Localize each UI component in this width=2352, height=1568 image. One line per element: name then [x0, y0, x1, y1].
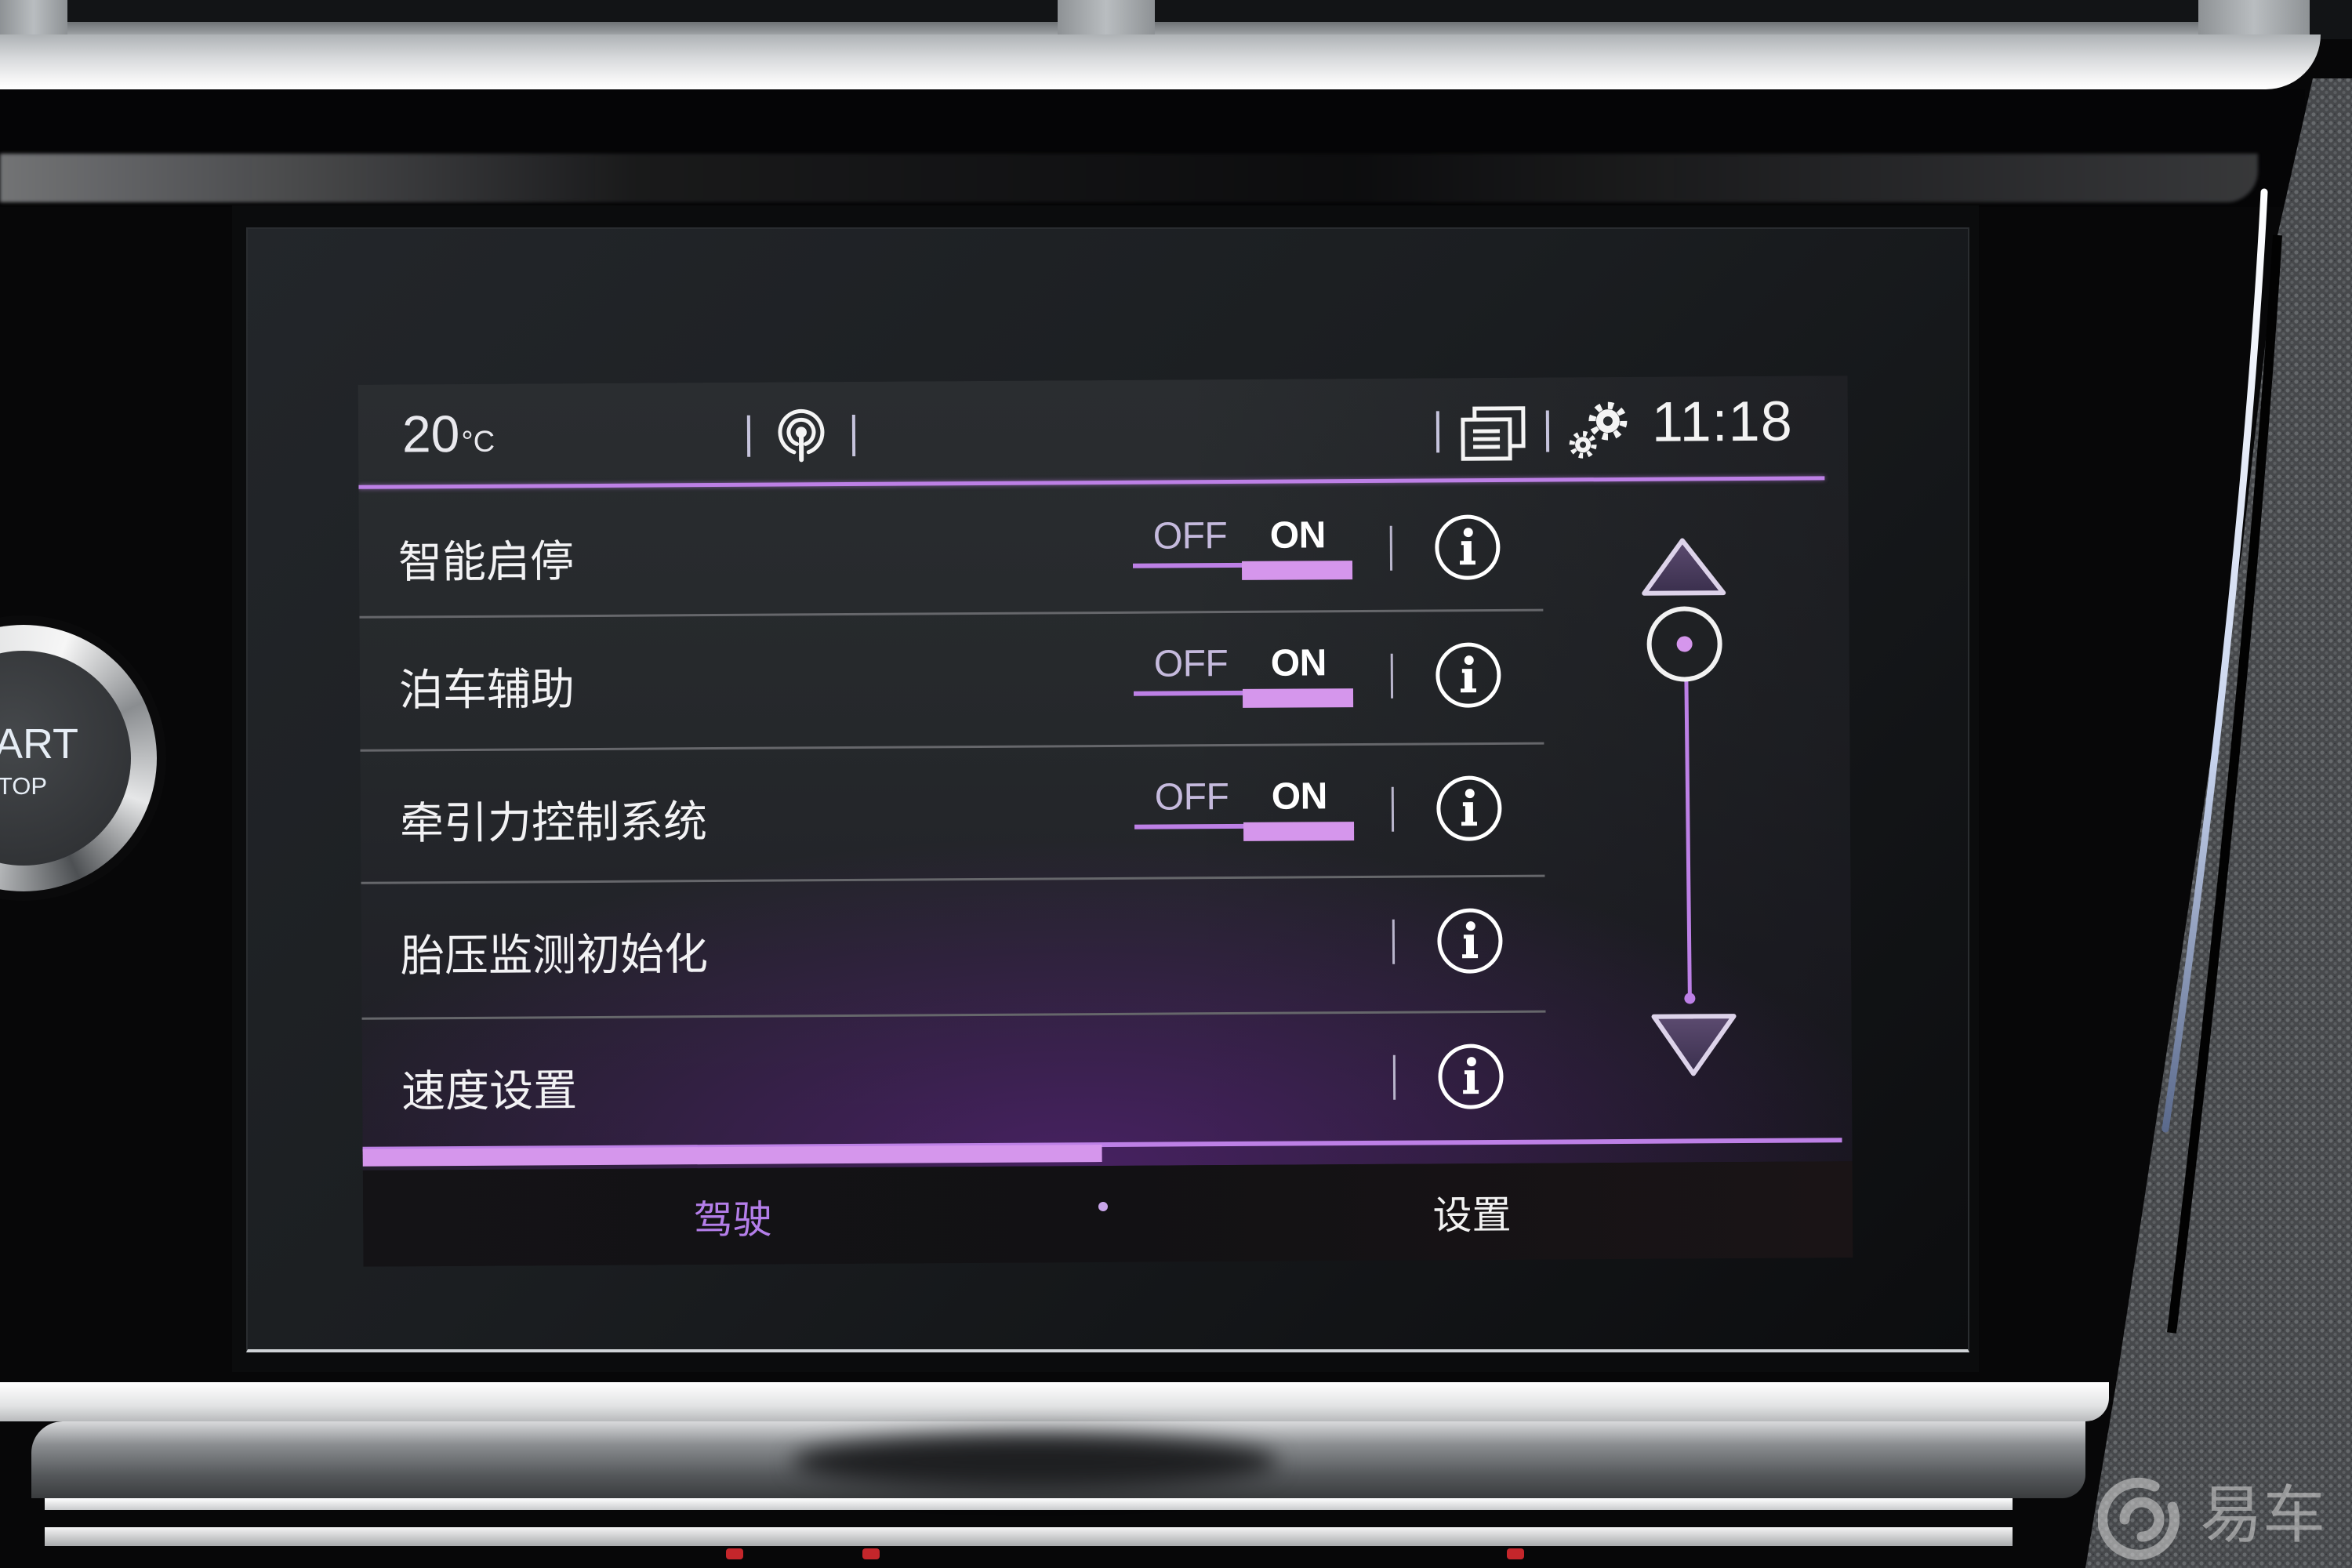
toggle-selection-bar: [1242, 688, 1354, 708]
info-icon[interactable]: [1436, 907, 1504, 975]
info-icon[interactable]: [1436, 775, 1504, 843]
gears-icon[interactable]: [1566, 401, 1630, 462]
chrome-line: [45, 1498, 2013, 1510]
gloss-reflection: [0, 154, 2258, 202]
red-indicator-light: [726, 1548, 743, 1559]
settings-row-park-assist: 泊车辅助 OFF ON: [359, 608, 1849, 752]
row-label: 牵引力控制系统: [399, 797, 708, 848]
start-stop-label-line1: ART: [0, 720, 78, 768]
panel-edge-shadow: [2167, 234, 2282, 1334]
red-indicator-light: [1507, 1548, 1524, 1559]
park-assist-toggle[interactable]: OFF ON: [1133, 642, 1354, 717]
clock: 11:18: [1651, 390, 1793, 454]
temperature-unit: °C: [461, 425, 495, 459]
toggle-on-label[interactable]: ON: [1270, 514, 1326, 556]
triangle-down-icon[interactable]: [1651, 1014, 1737, 1076]
chrome-reflection-shadow: [792, 1435, 1278, 1490]
row-divider: [1392, 919, 1396, 964]
row-divider: [1389, 525, 1393, 571]
settings-row-speed-settings[interactable]: 速度设置: [362, 1009, 1853, 1147]
start-stop-label-line2: TOP: [0, 772, 47, 800]
row-divider: [1392, 1054, 1396, 1100]
antenna-icon[interactable]: [776, 406, 826, 463]
info-icon[interactable]: [1435, 641, 1503, 710]
scroll-thumb-dot: [1676, 636, 1693, 652]
info-icon[interactable]: [1437, 1043, 1505, 1111]
leather-dashboard: [2085, 78, 2352, 1568]
row-label: 泊车辅助: [398, 664, 575, 715]
toggle-on-label[interactable]: ON: [1272, 775, 1327, 817]
status-divider: [1545, 410, 1550, 452]
screen-list-icon[interactable]: [1461, 405, 1526, 463]
toggle-off-label[interactable]: OFF: [1154, 643, 1229, 685]
chrome-trim-bottom: [0, 1382, 2109, 1421]
chrome-line: [45, 1527, 2013, 1546]
row-label: 速度设置: [401, 1065, 578, 1116]
traction-control-toggle[interactable]: OFF ON: [1134, 775, 1355, 850]
toggle-on-label[interactable]: ON: [1271, 642, 1327, 684]
toggle-selection-bar: [1243, 822, 1355, 841]
silver-trim-top: [0, 34, 2321, 89]
red-indicator-light: [862, 1548, 880, 1559]
outside-temperature: 20°C: [401, 405, 495, 463]
scroll-track-end: [1684, 993, 1696, 1004]
settings-row-traction-control: 牵引力控制系统 OFF ON: [360, 741, 1850, 884]
row-label: 胎压监测初始化: [400, 929, 709, 981]
auto-start-stop-toggle[interactable]: OFF ON: [1132, 514, 1353, 589]
settings-row-tire-pressure-init[interactable]: 胎压监测初始化: [361, 873, 1851, 1020]
status-divider: [851, 414, 856, 456]
status-divider: [746, 415, 751, 457]
row-label: 智能启停: [397, 536, 575, 587]
scroll-track[interactable]: [1684, 679, 1692, 999]
toggle-selection-bar: [1241, 561, 1353, 580]
triangle-up-icon[interactable]: [1642, 538, 1726, 596]
scrollbar[interactable]: [1629, 525, 1750, 1091]
tab-driving[interactable]: 驾驶: [363, 1166, 1103, 1267]
toggle-off-label[interactable]: OFF: [1155, 776, 1229, 818]
temperature-value: 20: [401, 405, 460, 463]
air-vent: [0, 0, 2352, 44]
watermark-text: 易车: [2200, 1479, 2325, 1552]
infotainment-screen: 20°C 11:18 智能启停 OFF ON 泊车辅助 OFF ON 牵引力控制…: [358, 376, 1853, 1267]
settings-row-auto-start-stop: 智能启停 OFF ON: [358, 480, 1849, 619]
status-divider: [1436, 411, 1440, 453]
toggle-off-label[interactable]: OFF: [1153, 515, 1228, 557]
panel-edge-highlight: [2161, 188, 2268, 1133]
tab-settings[interactable]: 设置: [1102, 1161, 1842, 1262]
row-divider: [1391, 786, 1395, 832]
info-icon[interactable]: [1434, 514, 1502, 582]
row-divider: [1390, 653, 1394, 699]
watermark-logo-icon: [2098, 1477, 2180, 1560]
